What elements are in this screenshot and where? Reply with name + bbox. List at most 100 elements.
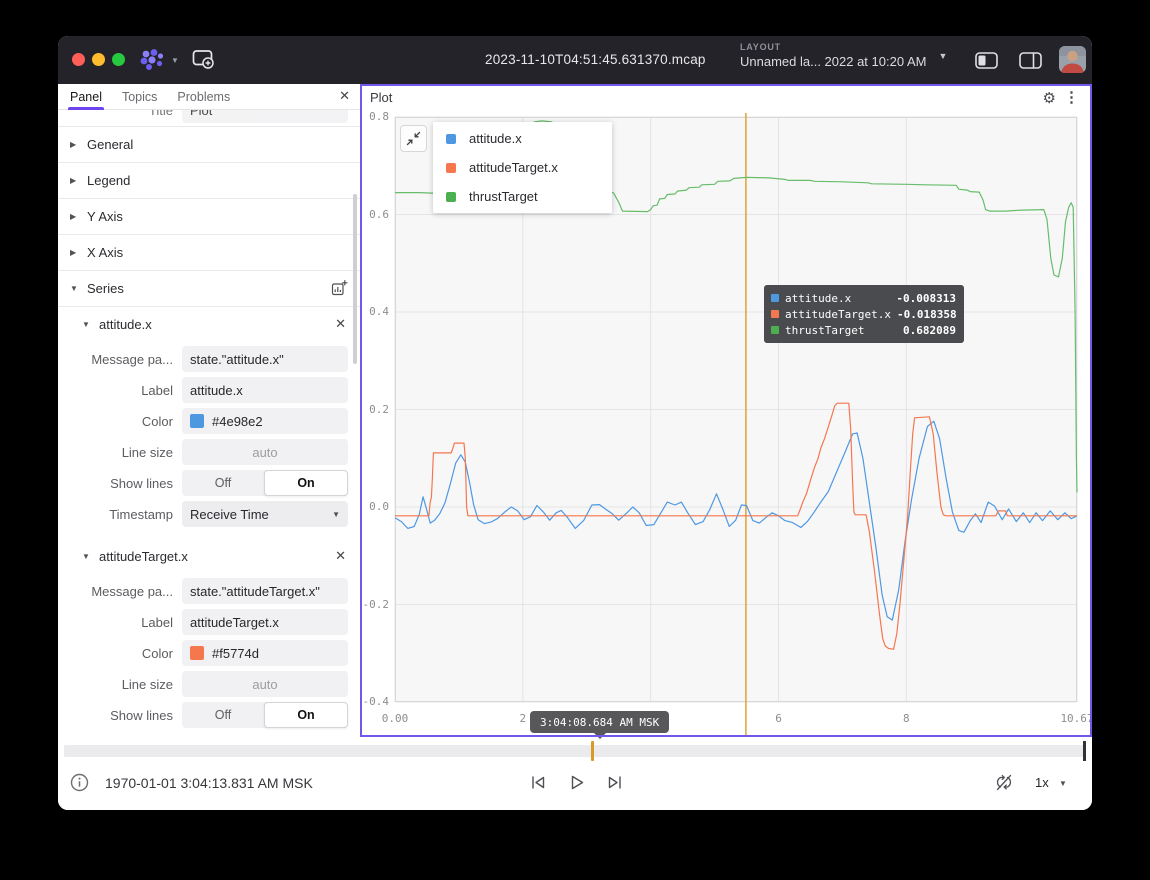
loop-playback-off-icon[interactable] <box>994 773 1014 797</box>
minimize-window-button[interactable] <box>92 53 105 66</box>
right-sidebar-toggle-button[interactable] <box>1019 52 1042 74</box>
legend-overlay: attitude.x attitudeTarget.x thrustTarget <box>433 122 612 213</box>
panel-title: Plot <box>370 90 392 105</box>
message-path-input[interactable]: state."attitude.x" <box>182 346 348 372</box>
section-general-label: General <box>87 137 133 152</box>
tab-panel-label: Panel <box>70 90 102 104</box>
legend-swatch-icon[interactable] <box>446 192 456 202</box>
message-path-input[interactable]: state."attitudeTarget.x" <box>182 578 348 604</box>
collapsed-caret-icon: ▶ <box>70 176 87 185</box>
tab-problems-label: Problems <box>177 90 230 104</box>
remove-series-icon[interactable]: ✕ <box>335 316 346 332</box>
collapse-arrows-icon <box>403 128 424 149</box>
legend-item[interactable]: attitudeTarget.x <box>433 153 612 182</box>
label-input[interactable]: attitudeTarget.x <box>182 609 348 635</box>
settings-sidebar: Panel Topics Problems ✕ Title Plot ▶Gene… <box>58 84 360 737</box>
timestamp-select[interactable]: Receive Time▼ <box>182 501 348 527</box>
show-lines-toggle: OffOn <box>182 470 348 496</box>
color-label: Color <box>58 646 182 661</box>
y-tick-label: -0.2 <box>363 598 390 611</box>
color-swatch[interactable] <box>190 646 204 660</box>
color-swatch[interactable] <box>190 414 204 428</box>
foxglove-logo-icon[interactable] <box>137 47 167 78</box>
sidebar-tabbar: Panel Topics Problems ✕ <box>58 84 360 110</box>
line-size-input[interactable]: auto <box>182 671 348 697</box>
user-avatar[interactable] <box>1059 46 1086 73</box>
legend-label: attitude.x <box>469 131 522 146</box>
playback-scrubber-track[interactable] <box>64 745 1086 757</box>
series-name-label: attitudeTarget.x <box>99 549 188 564</box>
play-button[interactable] <box>568 774 586 796</box>
seek-forward-button[interactable] <box>606 774 624 796</box>
show-lines-on-button[interactable]: On <box>264 702 348 728</box>
panel-settings-gear-icon[interactable]: ⚙ <box>1043 89 1056 107</box>
playback-bar: 1970-01-01 3:04:13.831 AM MSK 1x ▼ <box>58 737 1092 810</box>
recording-end-marker <box>1083 741 1086 761</box>
x-tick-label: 8 <box>878 712 934 725</box>
show-lines-on-button[interactable]: On <box>264 470 348 496</box>
section-series-label: Series <box>87 281 124 296</box>
speed-chevron-icon[interactable]: ▼ <box>1059 779 1067 788</box>
plot-panel[interactable]: Plot ⚙ ⋮ 0.80.60.40.20.0-0.2-0.4 attitud… <box>360 84 1092 737</box>
title-row-clipped: Title Plot <box>58 110 360 127</box>
line-size-input[interactable]: auto <box>182 439 348 465</box>
playback-speed-value[interactable]: 1x <box>1035 775 1049 790</box>
remove-series-icon[interactable]: ✕ <box>335 548 346 564</box>
message-path-label: Message pa... <box>58 352 182 367</box>
panel-menu-dots-icon[interactable]: ⋮ <box>1064 88 1079 106</box>
add-panel-button[interactable] <box>192 49 216 75</box>
tooltip-row: attitudeTarget.x-0.018358 <box>771 306 956 322</box>
legend-swatch-icon[interactable] <box>446 134 456 144</box>
close-window-button[interactable] <box>72 53 85 66</box>
tooltip-series-label: attitude.x <box>785 292 851 305</box>
legend-label: attitudeTarget.x <box>469 160 558 175</box>
x-tick-label: 0.00 <box>367 712 423 725</box>
legend-swatch-icon[interactable] <box>446 163 456 173</box>
section-general[interactable]: ▶General <box>58 127 360 163</box>
tooltip-series-label: thrustTarget <box>785 324 864 337</box>
sidebar-close-icon[interactable]: ✕ <box>339 88 350 104</box>
x-tick-label: 10.67 <box>1049 712 1092 725</box>
data-source-info-icon[interactable] <box>70 773 89 797</box>
label-label: Label <box>58 615 182 630</box>
tooltip-swatch-icon <box>771 294 779 302</box>
tooltip-row: thrustTarget0.682089 <box>771 322 956 338</box>
section-y-axis[interactable]: ▶Y Axis <box>58 199 360 235</box>
app-menu-chevron-icon[interactable]: ▼ <box>171 56 179 65</box>
sidebar-scrollbar[interactable] <box>353 194 357 364</box>
section-legend-label: Legend <box>87 173 130 188</box>
series-editor-header-attitude-target-x[interactable]: ▼ attitudeTarget.x ✕ <box>58 539 360 573</box>
section-x-axis[interactable]: ▶X Axis <box>58 235 360 271</box>
title-field-input[interactable]: Plot <box>182 110 348 123</box>
seek-backward-button[interactable] <box>529 774 547 796</box>
legend-item[interactable]: thrustTarget <box>433 182 612 211</box>
tab-problems[interactable]: Problems <box>177 84 230 110</box>
maximize-window-button[interactable] <box>112 53 125 66</box>
tooltip-series-value: -0.018358 <box>897 308 957 321</box>
x-tick-label: 6 <box>751 712 807 725</box>
layout-menu-button[interactable]: LAYOUT Unnamed la... 2022 at 10:20 AM ▼ <box>740 42 947 69</box>
title-field-label: Title <box>58 110 182 118</box>
series-name-label: attitude.x <box>99 317 152 332</box>
collapse-legend-button[interactable] <box>400 125 427 152</box>
series-editor-header-attitude-x[interactable]: ▼ attitude.x ✕ <box>58 307 360 341</box>
label-input[interactable]: attitude.x <box>182 377 348 403</box>
color-input[interactable]: #4e98e2 <box>182 408 348 434</box>
left-sidebar-toggle-button[interactable] <box>975 52 998 74</box>
tab-topics[interactable]: Topics <box>122 84 157 110</box>
section-series[interactable]: ▼Series <box>58 271 360 307</box>
section-legend[interactable]: ▶Legend <box>58 163 360 199</box>
legend-item[interactable]: attitude.x <box>433 124 612 153</box>
color-input[interactable]: #f5774d <box>182 640 348 666</box>
show-lines-off-button[interactable]: Off <box>182 470 264 496</box>
show-lines-toggle: OffOn <box>182 702 348 728</box>
layout-chevron-icon: ▼ <box>938 51 947 61</box>
x-axis-labels: 0.00246810.67 <box>395 712 1077 726</box>
tooltip-swatch-icon <box>771 326 779 334</box>
data-source-title: 2023-11-10T04:51:45.631370.mcap <box>485 52 706 67</box>
add-series-icon[interactable] <box>331 279 348 299</box>
expanded-caret-icon: ▼ <box>82 320 99 329</box>
label-label: Label <box>58 383 182 398</box>
tab-panel[interactable]: Panel <box>70 84 102 110</box>
show-lines-off-button[interactable]: Off <box>182 702 264 728</box>
